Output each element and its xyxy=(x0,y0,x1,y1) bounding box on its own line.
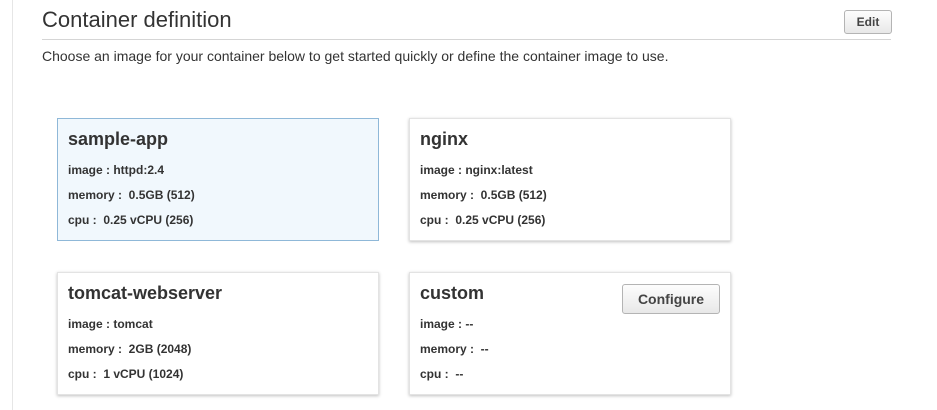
container-card-custom[interactable]: custom Configure image : -- memory : -- … xyxy=(409,272,731,395)
section-title: Container definition xyxy=(42,7,232,32)
card-memory-value: memory : -- xyxy=(420,342,489,356)
card-cpu-value: cpu : 0.25 vCPU (256) xyxy=(68,213,194,227)
card-image-value: image : tomcat xyxy=(68,317,153,331)
container-card-sample-app[interactable]: sample-app image : httpd:2.4 memory : 0.… xyxy=(57,118,379,241)
left-divider xyxy=(12,0,13,410)
card-title: sample-app xyxy=(68,129,169,149)
container-card-nginx[interactable]: nginx image : nginx:latest memory : 0.5G… xyxy=(409,118,731,241)
card-cpu-value: cpu : -- xyxy=(420,367,464,381)
title-divider xyxy=(42,39,891,40)
card-image-value: image : httpd:2.4 xyxy=(68,163,165,177)
section-description: Choose an image for your container below… xyxy=(42,48,669,64)
card-cpu-value: cpu : 0.25 vCPU (256) xyxy=(420,213,546,227)
card-memory-value: memory : 0.5GB (512) xyxy=(420,188,547,202)
card-title: nginx xyxy=(420,129,468,149)
card-cpu-value: cpu : 1 vCPU (1024) xyxy=(68,367,184,381)
card-title: tomcat-webserver xyxy=(68,283,223,303)
card-image-value: image : -- xyxy=(420,317,474,331)
configure-button[interactable]: Configure xyxy=(622,284,720,314)
card-image-value: image : nginx:latest xyxy=(420,163,533,177)
card-memory-value: memory : 2GB (2048) xyxy=(68,342,192,356)
edit-button[interactable]: Edit xyxy=(844,10,892,34)
card-memory-value: memory : 0.5GB (512) xyxy=(68,188,195,202)
container-card-tomcat-webserver[interactable]: tomcat-webserver image : tomcat memory :… xyxy=(57,272,379,395)
card-title: custom xyxy=(420,283,485,303)
